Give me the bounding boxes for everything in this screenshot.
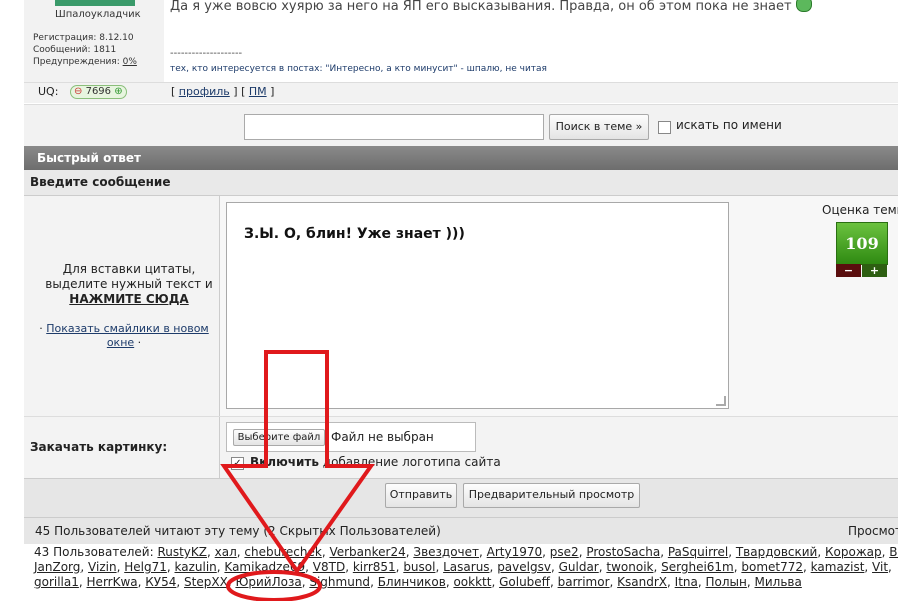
annotation-arrow [220,350,375,575]
annotation-ellipse [226,570,322,601]
annotation-overlay [220,350,375,601]
